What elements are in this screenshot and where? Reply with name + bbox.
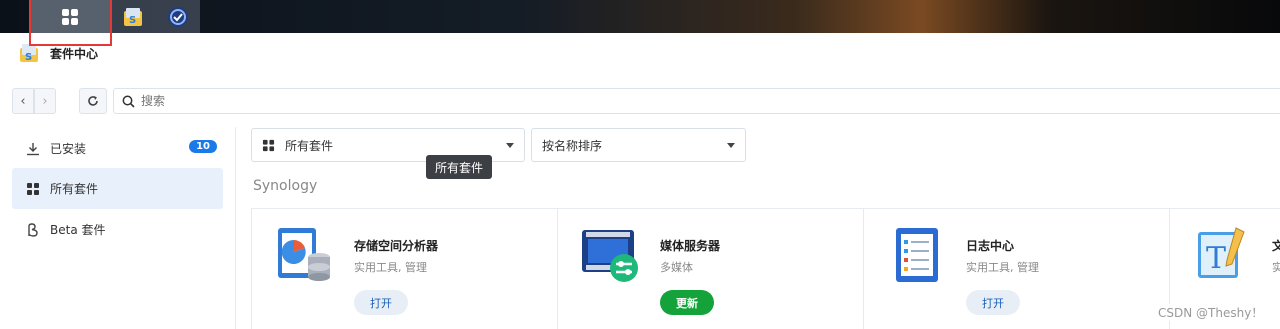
installed-count-badge: 10	[189, 140, 217, 153]
refresh-button[interactable]	[79, 88, 107, 114]
sidebar-item-label: 所有套件	[50, 182, 99, 196]
tooltip: 所有套件	[426, 155, 493, 179]
sidebar-item-label: 已安装	[50, 142, 87, 156]
package-name: 文	[1272, 239, 1280, 253]
package-center-icon: S	[124, 7, 142, 26]
download-icon	[27, 142, 39, 155]
sort-dropdown[interactable]: 按名称排序	[531, 128, 746, 162]
chevron-left-icon: ‹	[20, 93, 26, 109]
search-input[interactable]	[141, 94, 441, 108]
sidebar-item-all-packages[interactable]: 所有套件	[12, 168, 223, 209]
sidebar-item-label: Beta 套件	[50, 223, 106, 237]
watermark: CSDN @Theshy！	[1158, 304, 1264, 321]
package-card[interactable]: 媒体服务器 多媒体 更新	[558, 209, 864, 329]
package-category: 实	[1272, 261, 1280, 274]
sidebar-item-installed[interactable]: 已安装 10	[12, 128, 223, 169]
caret-down-icon	[727, 143, 735, 148]
window-title: 套件中心	[50, 46, 99, 61]
sort-dropdown-value: 按名称排序	[542, 138, 603, 153]
section-title: Synology	[253, 178, 318, 194]
text-editor-icon: T	[1198, 227, 1245, 278]
caret-down-icon	[506, 143, 514, 148]
package-category: 多媒体	[660, 261, 693, 274]
package-grid: 存储空间分析器 实用工具, 管理 打开 媒体服务器 多媒体 更新 日志中心 实用…	[251, 208, 1280, 329]
main-menu-icon	[62, 8, 78, 25]
log-center-icon	[896, 228, 938, 282]
package-category: 实用工具, 管理	[354, 261, 427, 274]
taskbar: S	[0, 0, 1280, 46]
taskbar-package-center[interactable]: S	[119, 0, 147, 33]
sidebar: 已安装 10 所有套件 Beta 套件	[0, 127, 236, 329]
svg-text:S: S	[129, 15, 136, 26]
forward-button[interactable]: ›	[34, 88, 56, 114]
taskbar-task-app[interactable]	[160, 0, 196, 33]
search-box[interactable]	[113, 88, 1280, 114]
package-name: 媒体服务器	[660, 239, 721, 253]
svg-text:S: S	[25, 52, 32, 63]
search-icon	[122, 95, 135, 108]
open-button[interactable]: 打开	[354, 290, 408, 315]
grid-icon	[27, 182, 39, 195]
task-app-icon	[168, 6, 188, 27]
package-center-icon: S	[20, 44, 38, 63]
back-button[interactable]: ‹	[12, 88, 34, 114]
beta-icon	[28, 222, 38, 237]
package-card[interactable]: 存储空间分析器 实用工具, 管理 打开	[252, 209, 558, 329]
svg-text:T: T	[1206, 241, 1226, 276]
grid-icon	[262, 139, 275, 151]
sidebar-item-beta[interactable]: Beta 套件	[12, 209, 223, 250]
category-dropdown-value: 所有套件	[285, 138, 334, 153]
package-card[interactable]: 日志中心 实用工具, 管理 打开	[864, 209, 1170, 329]
package-name: 日志中心	[966, 239, 1015, 253]
open-button[interactable]: 打开	[966, 290, 1020, 315]
toolbar: ‹ ›	[0, 86, 1280, 116]
package-name: 存储空间分析器	[354, 239, 439, 253]
storage-analyzer-icon	[278, 228, 330, 281]
chevron-right-icon: ›	[42, 93, 48, 109]
media-server-icon	[582, 230, 638, 282]
update-button[interactable]: 更新	[660, 290, 714, 315]
package-category: 实用工具, 管理	[966, 261, 1039, 274]
refresh-icon	[88, 96, 98, 106]
main-menu-button[interactable]	[29, 0, 111, 33]
window-titlebar: S 套件中心	[0, 33, 1280, 73]
